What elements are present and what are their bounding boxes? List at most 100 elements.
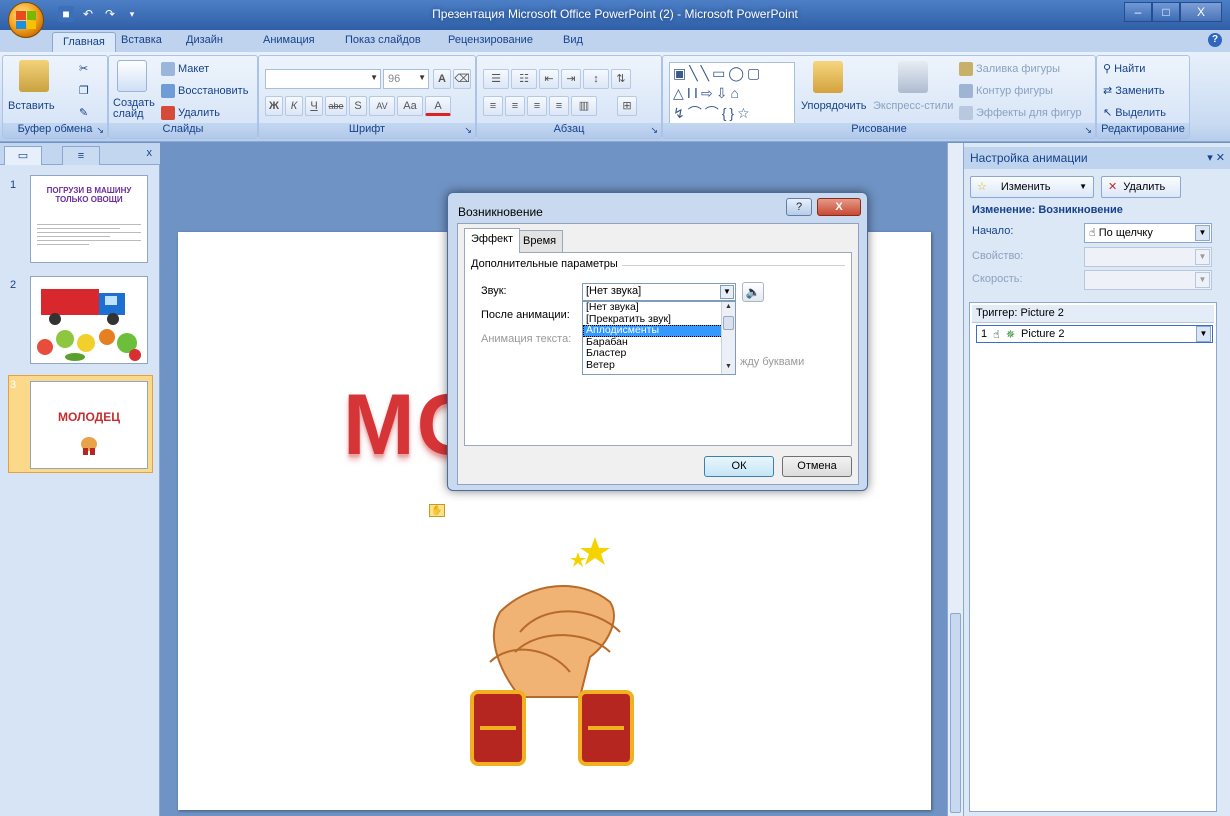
tab-timing[interactable]: Время [516,230,564,252]
dialog-close-button[interactable]: X [817,198,861,216]
font-name-combo[interactable]: ▼ [265,69,381,89]
format-painter-icon[interactable]: ✎ [79,106,88,119]
vertical-scrollbar[interactable] [947,143,963,816]
shape-outline-button[interactable]: Контур фигуры [959,84,1053,98]
slide-thumbnail-2[interactable] [30,276,148,364]
bold-button[interactable]: Ж [265,96,283,116]
clear-format-button[interactable]: ⌫ [453,69,471,89]
layout-button[interactable]: Макет [161,62,209,76]
paste-button[interactable]: Вставить [8,100,55,112]
list-scrollbar[interactable]: ▲ ▼ [721,302,735,374]
chevron-down-icon[interactable]: ▼ [720,285,734,299]
cancel-button[interactable]: Отмена [782,456,852,477]
tab-view[interactable]: Вид [563,34,583,46]
underline-button[interactable]: Ч [305,96,323,116]
pane-close-button[interactable]: x [147,147,153,159]
slide-thumbnail-3[interactable]: МОЛОДЕЦ [30,381,148,469]
new-slide-button[interactable]: Создать слайд [113,98,161,120]
select-button[interactable]: ↖ Выделить [1103,106,1166,120]
clapping-hands-image[interactable] [460,522,660,782]
italic-button[interactable]: К [285,96,303,116]
sound-option[interactable]: [Нет звука] [583,302,735,314]
tab-design[interactable]: Дизайн [186,34,223,46]
tab-insert[interactable]: Вставка [121,34,162,46]
slide-thumbnail-1[interactable]: ПОГРУЗИ В МАШИНУ ТОЛЬКО ОВОЩИ [30,175,148,263]
tab-animation[interactable]: Анимация [263,34,315,46]
scroll-up-icon[interactable]: ▲ [723,303,734,313]
scrollbar-thumb[interactable] [950,613,961,813]
scroll-down-icon[interactable]: ▼ [723,363,734,373]
animation-marker-icon[interactable]: ✋ [429,504,445,517]
tab-effect[interactable]: Эффект [464,228,521,253]
cut-icon[interactable]: ✂ [79,62,88,75]
sound-dropdown-list[interactable]: [Нет звука] [Прекратить звук] Аплодисмен… [582,301,736,375]
char-spacing-button[interactable]: AV [369,96,395,116]
justify-button[interactable]: ≡ [549,96,569,116]
ok-button[interactable]: ОК [704,456,774,477]
font-size-combo[interactable]: 96 ▼ [383,69,429,89]
task-pane-close-button[interactable]: ▾ ✕ [1207,151,1225,164]
help-icon[interactable]: ? [1208,33,1222,47]
paragraph-launcher-icon[interactable]: ↘ [650,125,658,136]
after-animation-label: После анимации: [481,309,570,321]
replace-button[interactable]: ⇄ Заменить [1103,84,1165,98]
align-left-button[interactable]: ≡ [483,96,503,116]
delete-slide-button[interactable]: Удалить [161,106,220,120]
grow-font-button[interactable]: A [433,69,451,89]
shape-fill-button[interactable]: Заливка фигуры [959,62,1060,76]
align-center-button[interactable]: ≡ [505,96,525,116]
close-button[interactable]: X [1180,2,1222,22]
font-color-button[interactable]: A [425,96,451,116]
shadow-button[interactable]: S [349,96,367,116]
text-direction-button[interactable]: ⇅ [611,69,631,89]
bullets-button[interactable]: ☰ [483,69,509,89]
sound-option[interactable]: Бластер [583,347,735,360]
font-group: ▼ 96 ▼ A ⌫ Ж К Ч abe S AV Aa A Шрифт ↘ [258,55,476,139]
columns-button[interactable]: ▥ [571,96,597,116]
start-select[interactable]: ☝ По щелчку ▼ [1084,223,1212,243]
font-label: Шрифт [259,123,475,138]
arrange-button[interactable]: Упорядочить [801,100,866,112]
dialog-help-button[interactable]: ? [786,198,812,216]
tab-outline[interactable]: ≡ [62,146,100,165]
change-effect-button[interactable]: ☆ Изменить ▼ [970,176,1094,198]
sound-option[interactable]: Ветер [583,359,735,372]
sound-combo[interactable]: [Нет звука] ▼ [582,283,736,301]
animation-item[interactable]: 1 ☝ ✵ Picture 2 ▼ [976,325,1213,343]
font-launcher-icon[interactable]: ↘ [464,125,472,136]
sound-option-selected[interactable]: Аплодисменты [583,324,735,337]
tab-home[interactable]: Главная [52,32,116,52]
trigger-row[interactable]: Триггер: Picture 2 [972,305,1214,323]
increase-indent-button[interactable]: ⇥ [561,69,581,89]
minimize-button[interactable]: – [1124,2,1152,22]
strikethrough-button[interactable]: abe [325,96,347,116]
tab-slideshow[interactable]: Показ слайдов [345,34,421,46]
quick-styles-button[interactable]: Экспресс-стили [873,100,953,112]
thumb-body-text [37,224,141,245]
animation-list[interactable]: Триггер: Picture 2 1 ☝ ✵ Picture 2 ▼ [969,302,1217,812]
tab-slides-thumbnails[interactable]: ▭ [4,146,42,165]
tab-review[interactable]: Рецензирование [448,34,533,46]
line-spacing-button[interactable]: ↕ [583,69,609,89]
copy-icon[interactable]: ❐ [79,84,89,97]
numbering-button[interactable]: ☷ [511,69,537,89]
align-right-button[interactable]: ≡ [527,96,547,116]
shapes-gallery[interactable]: ▣╲╲▭◯▢ △ⵏⵏ⇨⇩⌂ ↯⌒⌒{}☆ [669,62,795,124]
chevron-down-icon: ▼ [1079,182,1087,191]
shape-effects-button[interactable]: Эффекты для фигур [959,106,1082,120]
list-scroll-thumb[interactable] [723,316,734,330]
speaker-icon[interactable]: 🔈 [742,282,764,302]
reset-button[interactable]: Восстановить [161,84,248,98]
remove-effect-button[interactable]: ✕ Удалить [1101,176,1181,198]
clipboard-launcher-icon[interactable]: ↘ [96,125,104,136]
find-button[interactable]: ⚲ Найти [1103,62,1145,76]
remove-icon: ✕ [1108,181,1118,193]
item-dropdown-icon[interactable]: ▼ [1196,326,1211,342]
decrease-indent-button[interactable]: ⇤ [539,69,559,89]
change-case-button[interactable]: Aa [397,96,423,116]
drawing-launcher-icon[interactable]: ↘ [1084,125,1092,136]
office-button[interactable] [8,2,44,38]
maximize-button[interactable]: □ [1152,2,1180,22]
pen-icon [959,84,973,98]
smartart-button[interactable]: ⊞ [617,96,637,116]
